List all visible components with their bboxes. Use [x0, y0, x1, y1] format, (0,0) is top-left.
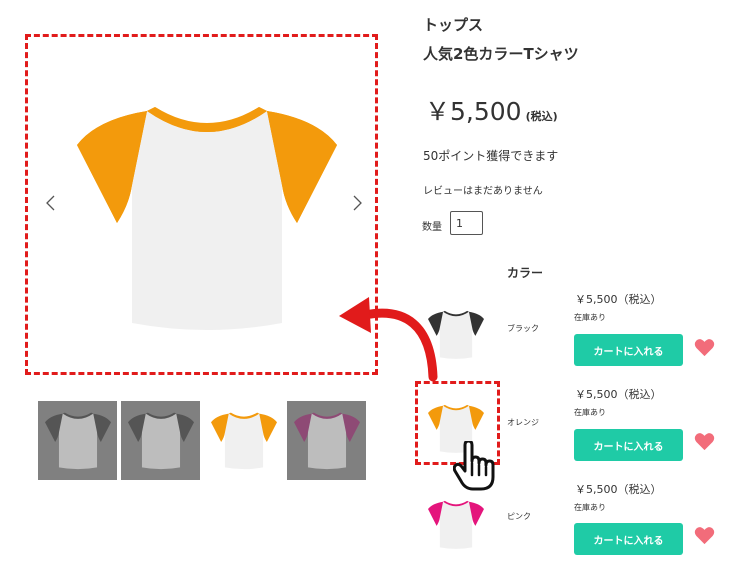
quantity-input[interactable] [450, 211, 483, 235]
variant-stock-pink: 在庫あり [574, 503, 606, 512]
variant-name-orange: オレンジ [507, 418, 539, 427]
add-to-cart-button-black[interactable]: カートに入れる [574, 334, 683, 366]
price-tax-label: (税込) [525, 110, 558, 123]
product-title: 人気2色カラーTシャツ [423, 45, 579, 63]
price-amount: ￥5,500 [425, 97, 522, 126]
variant-name-pink: ピンク [507, 512, 531, 521]
thumbnail-black-1[interactable] [38, 401, 117, 480]
variant-stock-orange: 在庫あり [574, 408, 606, 417]
curved-arrow-icon [339, 297, 438, 382]
thumbnail-purple[interactable] [287, 401, 366, 480]
variant-price-black: ￥5,500（税込） [575, 293, 662, 306]
variant-name-black: ブラック [507, 324, 539, 333]
chevron-left-icon[interactable] [44, 195, 58, 211]
thumbnail-black-2[interactable] [121, 401, 200, 480]
main-product-image [77, 107, 337, 333]
variant-price-orange: ￥5,500（税込） [575, 388, 662, 401]
quantity-label: 数量 [422, 222, 442, 233]
product-category: トップス [423, 16, 484, 34]
variant-stock-black: 在庫あり [574, 313, 606, 322]
hand-pointer-icon [453, 441, 495, 491]
add-to-cart-button-pink[interactable]: カートに入れる [574, 523, 683, 555]
heart-icon[interactable] [694, 526, 715, 545]
points-info: 50ポイント獲得できます [423, 149, 559, 163]
variant-pink-image[interactable] [428, 500, 484, 550]
add-to-cart-button-orange[interactable]: カートに入れる [574, 429, 683, 461]
thumbnail-orange[interactable] [204, 401, 283, 480]
variant-price-pink: ￥5,500（税込） [575, 483, 662, 496]
reviews-info: レビューはまだありません [423, 186, 543, 197]
heart-icon[interactable] [694, 432, 715, 451]
color-heading: カラー [507, 266, 544, 280]
product-price: ￥5,500 (税込) [425, 92, 558, 128]
main-image-highlight-frame [25, 34, 378, 375]
chevron-right-icon[interactable] [350, 195, 364, 211]
heart-icon[interactable] [694, 338, 715, 357]
